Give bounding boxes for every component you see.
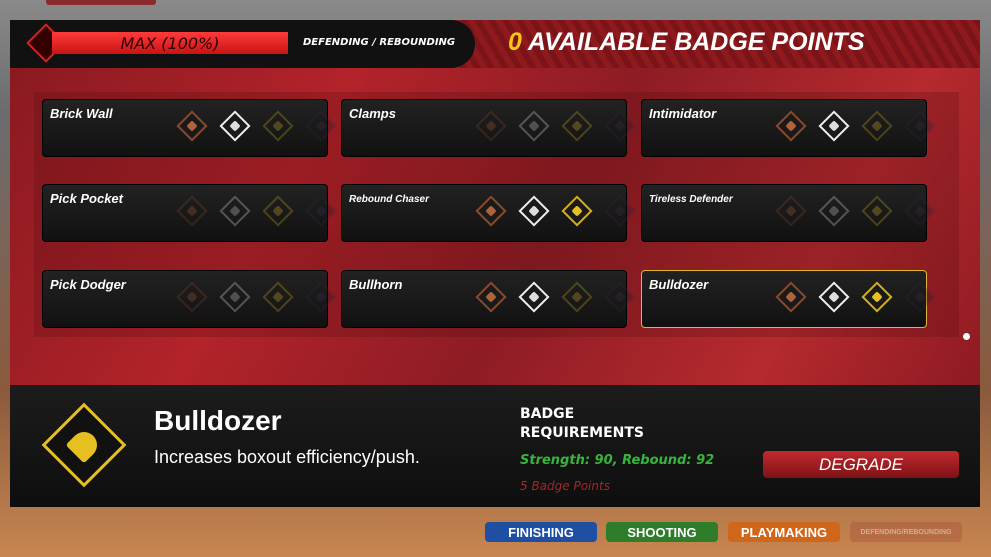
badge-detail-panel: Bulldozer Increases boxout efficiency/pu…: [10, 385, 980, 507]
gold-badge-icon: [262, 281, 294, 313]
tab-finishing[interactable]: FINISHING: [485, 522, 597, 542]
hard-hat-icon: [41, 402, 127, 488]
badge-card[interactable]: Tireless Defender: [641, 184, 936, 242]
badge-card[interactable]: Pick Pocket: [42, 184, 337, 242]
badge-name: Pick Dodger: [50, 277, 126, 292]
silver-badge-icon: [219, 195, 251, 227]
gold-badge-icon: [861, 281, 893, 313]
bronze-badge-icon: [475, 195, 507, 227]
badge-card[interactable]: Brick Wall: [42, 99, 337, 157]
bronze-badge-icon: [775, 195, 807, 227]
badge-card[interactable]: Bullhorn: [341, 270, 636, 328]
badge-card[interactable]: Bulldozer: [641, 270, 936, 328]
bronze-badge-icon: [775, 110, 807, 142]
silver-badge-icon: [818, 110, 850, 142]
silver-badge-icon: [219, 281, 251, 313]
silver-badge-icon: [818, 281, 850, 313]
gold-badge-icon: [861, 195, 893, 227]
bronze-badge-icon: [176, 281, 208, 313]
silver-badge-icon: [219, 110, 251, 142]
degrade-button[interactable]: DEGRADE: [763, 451, 959, 478]
gold-badge-icon: [561, 281, 593, 313]
silver-badge-icon: [518, 281, 550, 313]
scroll-indicator[interactable]: [963, 333, 970, 340]
badge-name: Pick Pocket: [50, 191, 123, 206]
bronze-badge-icon: [475, 281, 507, 313]
gold-badge-icon: [262, 195, 294, 227]
badge-card[interactable]: Clamps: [341, 99, 636, 157]
bronze-badge-icon: [176, 110, 208, 142]
silver-badge-icon: [518, 110, 550, 142]
points-value: 0: [508, 28, 522, 56]
progress-label: MAX (100%): [120, 33, 220, 53]
detail-title: Bulldozer: [154, 405, 282, 436]
requirements-heading: BADGE REQUIREMENTS: [520, 406, 645, 441]
bronze-badge-icon: [475, 110, 507, 142]
bronze-badge-icon: [775, 281, 807, 313]
gold-badge-icon: [861, 110, 893, 142]
badge-card[interactable]: Intimidator: [641, 99, 936, 157]
badge-name: Rebound Chaser: [349, 194, 430, 205]
gold-badge-icon: [561, 110, 593, 142]
points-label: AVAILABLE BADGE POINTS: [527, 28, 865, 56]
badge-name: Bulldozer: [649, 277, 709, 292]
tab-shooting[interactable]: SHOOTING: [606, 522, 718, 542]
detail-description: Increases boxout efficiency/push.: [154, 447, 420, 467]
tab-playmaking[interactable]: PLAYMAKING: [728, 522, 840, 542]
category-label: DEFENDING / REBOUNDING: [303, 37, 456, 48]
top-stub: [46, 0, 156, 5]
badge-name: Tireless Defender: [649, 194, 733, 205]
header-left: MAX (100%) DEFENDING / REBOUNDING: [10, 20, 475, 68]
badge-points: 0 AVAILABLE BADGE POINTS: [508, 28, 865, 57]
progress-bar: MAX (100%): [52, 32, 288, 54]
gold-badge-icon: [561, 195, 593, 227]
silver-badge-icon: [518, 195, 550, 227]
badge-name: Clamps: [349, 106, 396, 121]
badge-name: Brick Wall: [50, 106, 113, 121]
bronze-badge-icon: [176, 195, 208, 227]
gold-badge-icon: [262, 110, 294, 142]
badge-name: Bullhorn: [349, 277, 403, 292]
badge-cost: 5 Badge Points: [520, 479, 610, 493]
header: MAX (100%) DEFENDING / REBOUNDING 0 AVAIL…: [10, 20, 980, 68]
silver-badge-icon: [818, 195, 850, 227]
requirements: Strength: 90, Rebound: 92: [520, 453, 715, 468]
badge-card[interactable]: Rebound Chaser: [341, 184, 636, 242]
tab-defending-rebounding[interactable]: DEFENDING/REBOUNDING: [850, 522, 962, 542]
badge-card[interactable]: Pick Dodger: [42, 270, 337, 328]
badge-name: Intimidator: [649, 106, 717, 121]
